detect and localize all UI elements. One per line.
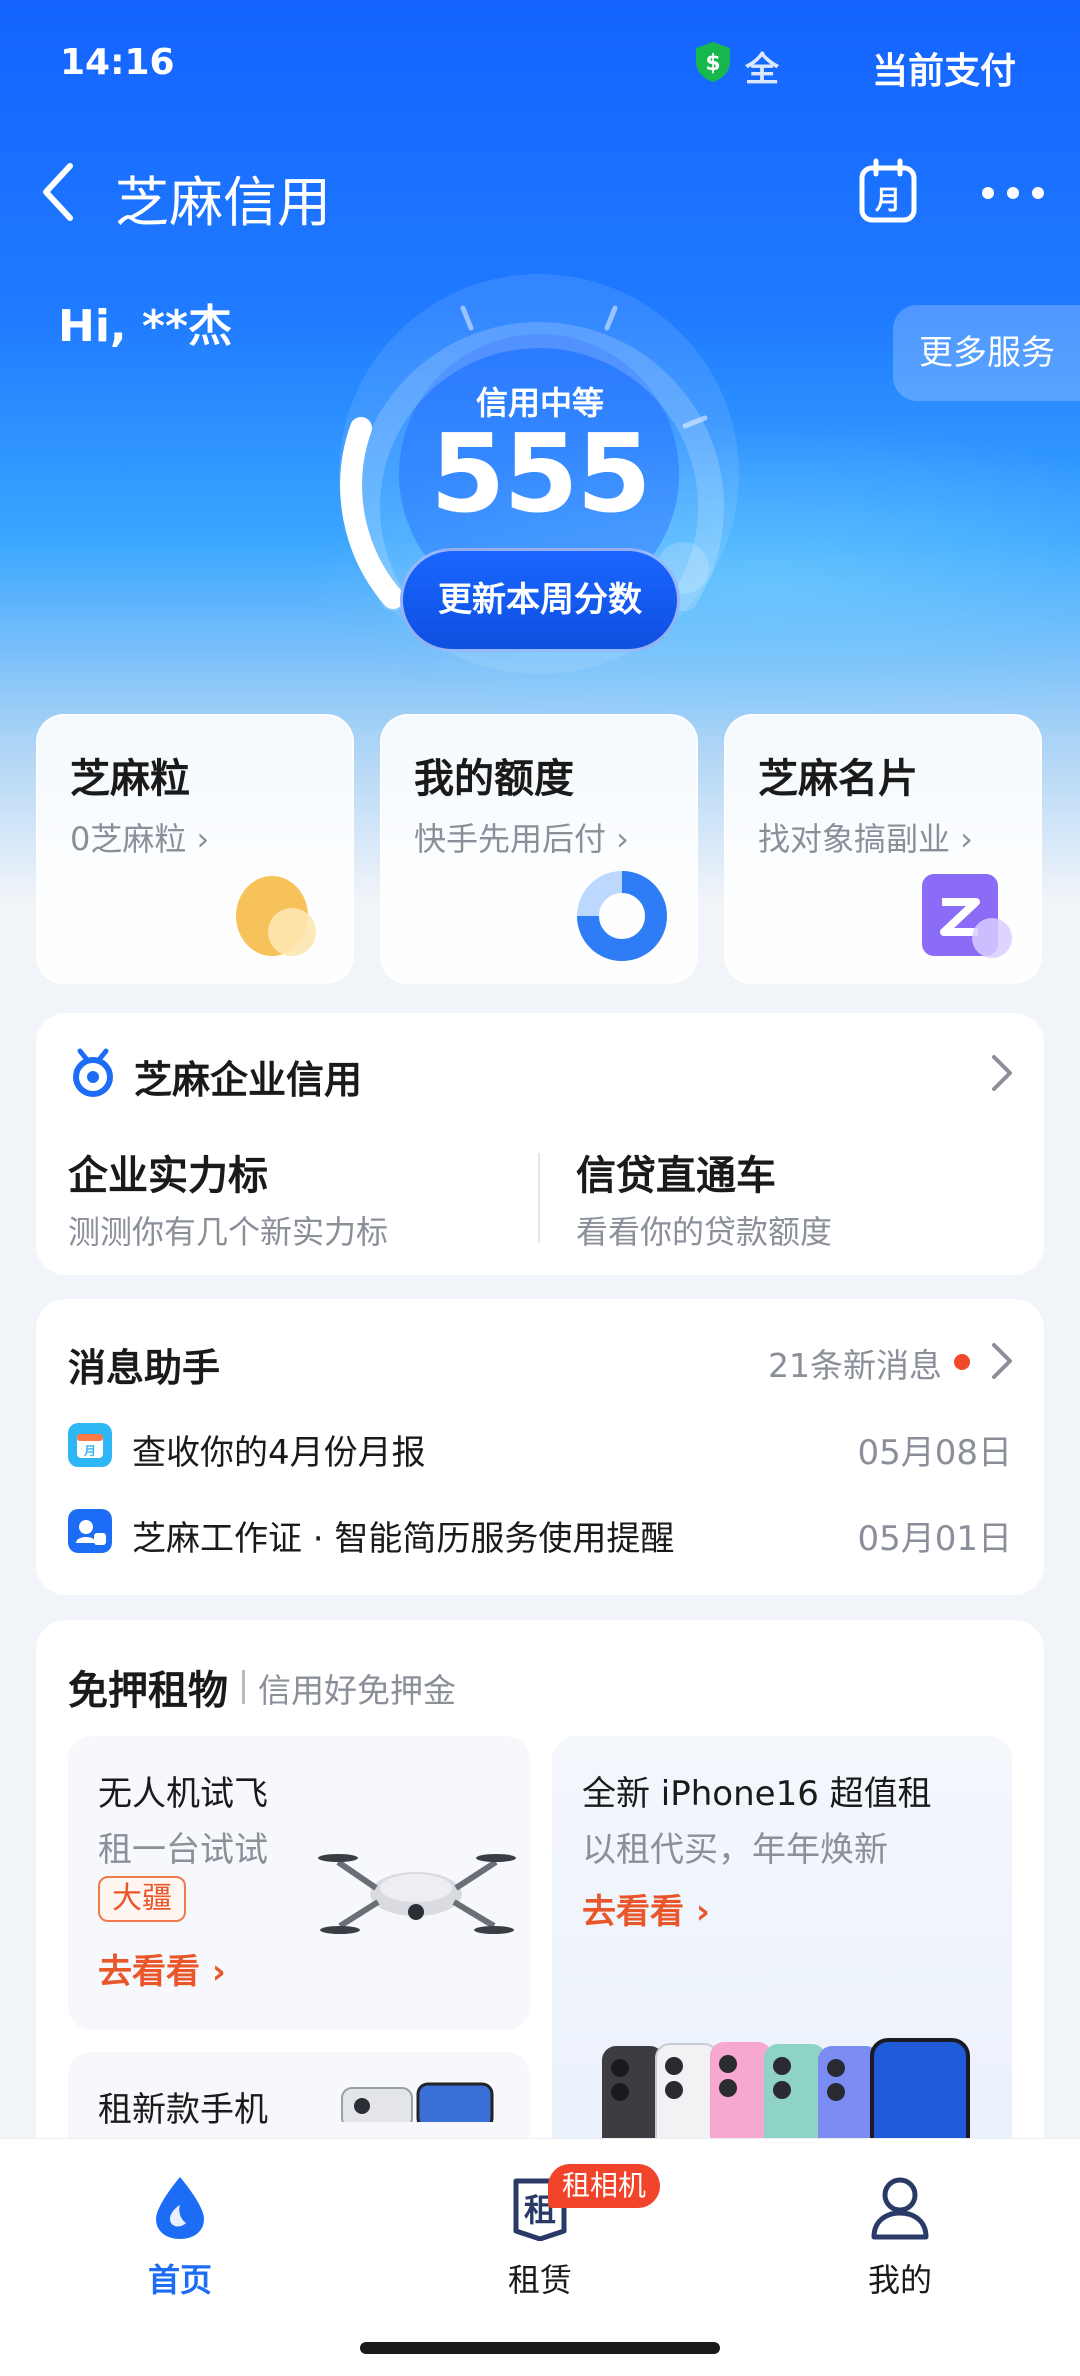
phone-image bbox=[341, 2082, 494, 2122]
calendar-button[interactable]: 月 bbox=[858, 158, 918, 224]
sesame-card-card[interactable]: 芝麻名片 找对象搞副业 › bbox=[724, 714, 1042, 984]
back-icon[interactable] bbox=[38, 160, 78, 224]
tab-label: 租赁 bbox=[507, 2261, 572, 2299]
status-time: 14:16 bbox=[60, 42, 175, 83]
card-title: 芝麻名片 bbox=[758, 756, 918, 802]
calendar-label: 月 bbox=[874, 186, 901, 216]
divider bbox=[242, 1670, 245, 1704]
calendar-icon: 月 bbox=[68, 1423, 112, 1467]
enterprise-title: 芝麻企业信用 bbox=[134, 1058, 363, 1102]
chevron-right-icon[interactable] bbox=[990, 1053, 1014, 1093]
home-indicator[interactable] bbox=[360, 2342, 720, 2354]
card-subtitle: 找对象搞副业 › bbox=[758, 820, 973, 858]
item-subtitle: 以租代买，年年焕新 bbox=[582, 1830, 888, 1870]
enterprise-logo-icon bbox=[73, 1048, 113, 1097]
message-text: 查收你的4月份月报 bbox=[132, 1433, 426, 1473]
item-title: 无人机试飞 bbox=[98, 1774, 268, 1814]
loan-express-subtitle: 看看你的贷款额度 bbox=[576, 1213, 833, 1251]
tab-home[interactable]: 首页 bbox=[100, 2175, 260, 2305]
view-link[interactable]: 去看看 › bbox=[98, 1944, 226, 1993]
page-title: 芝麻信用 bbox=[115, 171, 331, 234]
more-services-button[interactable]: 更多服务 bbox=[893, 305, 1080, 401]
message-item[interactable]: 月 查收你的4月份月报 05月08日 bbox=[68, 1419, 1012, 1473]
card-subtitle: 0芝麻粒 › bbox=[70, 820, 210, 858]
view-link[interactable]: 去看看 › bbox=[582, 1884, 710, 1933]
rent-camera-badge[interactable]: 租相机 bbox=[548, 2164, 661, 2208]
work-badge-icon bbox=[68, 1509, 112, 1553]
status-network: 全 bbox=[745, 50, 779, 90]
message-assistant-card[interactable]: 消息助手 21条新消息 月 查收你的4月份月报 05月08日 芝麻工作证 · 智… bbox=[36, 1299, 1044, 1595]
drone-rental-item[interactable]: 无人机试飞 租一台试试 大疆 去看看 › bbox=[68, 1736, 530, 2030]
card-title: 我的额度 bbox=[414, 756, 574, 802]
status-bar: 14:16 $ 全 当前支付 bbox=[0, 0, 1080, 120]
tab-mine[interactable]: 我的 bbox=[820, 2175, 980, 2305]
drone-image bbox=[318, 1854, 516, 1934]
refresh-score-button[interactable]: 更新本周分数 bbox=[400, 548, 680, 652]
enterprise-credit-card[interactable]: 芝麻企业信用 企业实力标 测测你有几个新实力标 信贷直通车 看看你的贷款额度 bbox=[36, 1013, 1044, 1275]
card-title: 芝麻粒 bbox=[70, 756, 190, 802]
message-text: 芝麻工作证 · 智能简历服务使用提醒 bbox=[132, 1519, 675, 1559]
message-item[interactable]: 芝麻工作证 · 智能简历服务使用提醒 05月01日 bbox=[68, 1505, 1012, 1559]
tab-label: 我的 bbox=[867, 2261, 932, 2299]
greeting: Hi, **杰 bbox=[58, 301, 232, 352]
svg-text:$: $ bbox=[705, 51, 720, 76]
loan-express-title[interactable]: 信贷直通车 bbox=[576, 1143, 776, 1201]
new-message-count: 21条新消息 bbox=[768, 1346, 942, 1385]
rental-title: 免押租物 bbox=[68, 1668, 228, 1714]
item-title: 全新 iPhone16 超值租 bbox=[582, 1774, 932, 1814]
shield-icon: $ bbox=[696, 42, 730, 82]
svg-text:月: 月 bbox=[83, 1444, 96, 1458]
message-assistant-title: 消息助手 bbox=[68, 1346, 221, 1390]
card-subtitle: 快手先用后付 › bbox=[414, 820, 629, 858]
brand-tag: 大疆 bbox=[98, 1876, 186, 1922]
item-title: 租新款手机 bbox=[98, 2090, 268, 2130]
home-drop-icon bbox=[156, 2177, 204, 2239]
donut-chart-icon bbox=[577, 871, 667, 961]
credit-limit-card[interactable]: 我的额度 快手先用后付 › bbox=[380, 714, 698, 984]
sesame-seeds-card[interactable]: 芝麻粒 0芝麻粒 › bbox=[36, 714, 354, 984]
unread-dot bbox=[954, 1354, 970, 1370]
user-icon bbox=[871, 2177, 929, 2240]
strength-badge-title[interactable]: 企业实力标 bbox=[68, 1143, 268, 1201]
credit-score-value: 555 bbox=[430, 412, 651, 537]
rental-subtitle: 信用好免押金 bbox=[258, 1671, 456, 1710]
message-date: 05月08日 bbox=[857, 1433, 1012, 1473]
name-card-icon bbox=[922, 874, 1012, 958]
strength-badge-subtitle: 测测你有几个新实力标 bbox=[68, 1213, 389, 1251]
bottom-tab-bar: 首页 租 租赁 我的 bbox=[0, 2138, 1080, 2376]
chevron-right-icon[interactable] bbox=[990, 1341, 1014, 1381]
message-date: 05月01日 bbox=[857, 1519, 1012, 1559]
tab-label: 首页 bbox=[147, 2261, 212, 2299]
item-subtitle: 租一台试试 bbox=[98, 1830, 268, 1870]
sesame-seed-icon bbox=[236, 876, 316, 956]
status-pay-label: 当前支付 bbox=[872, 51, 1017, 92]
divider bbox=[538, 1153, 540, 1243]
more-options-icon[interactable] bbox=[978, 178, 1048, 208]
